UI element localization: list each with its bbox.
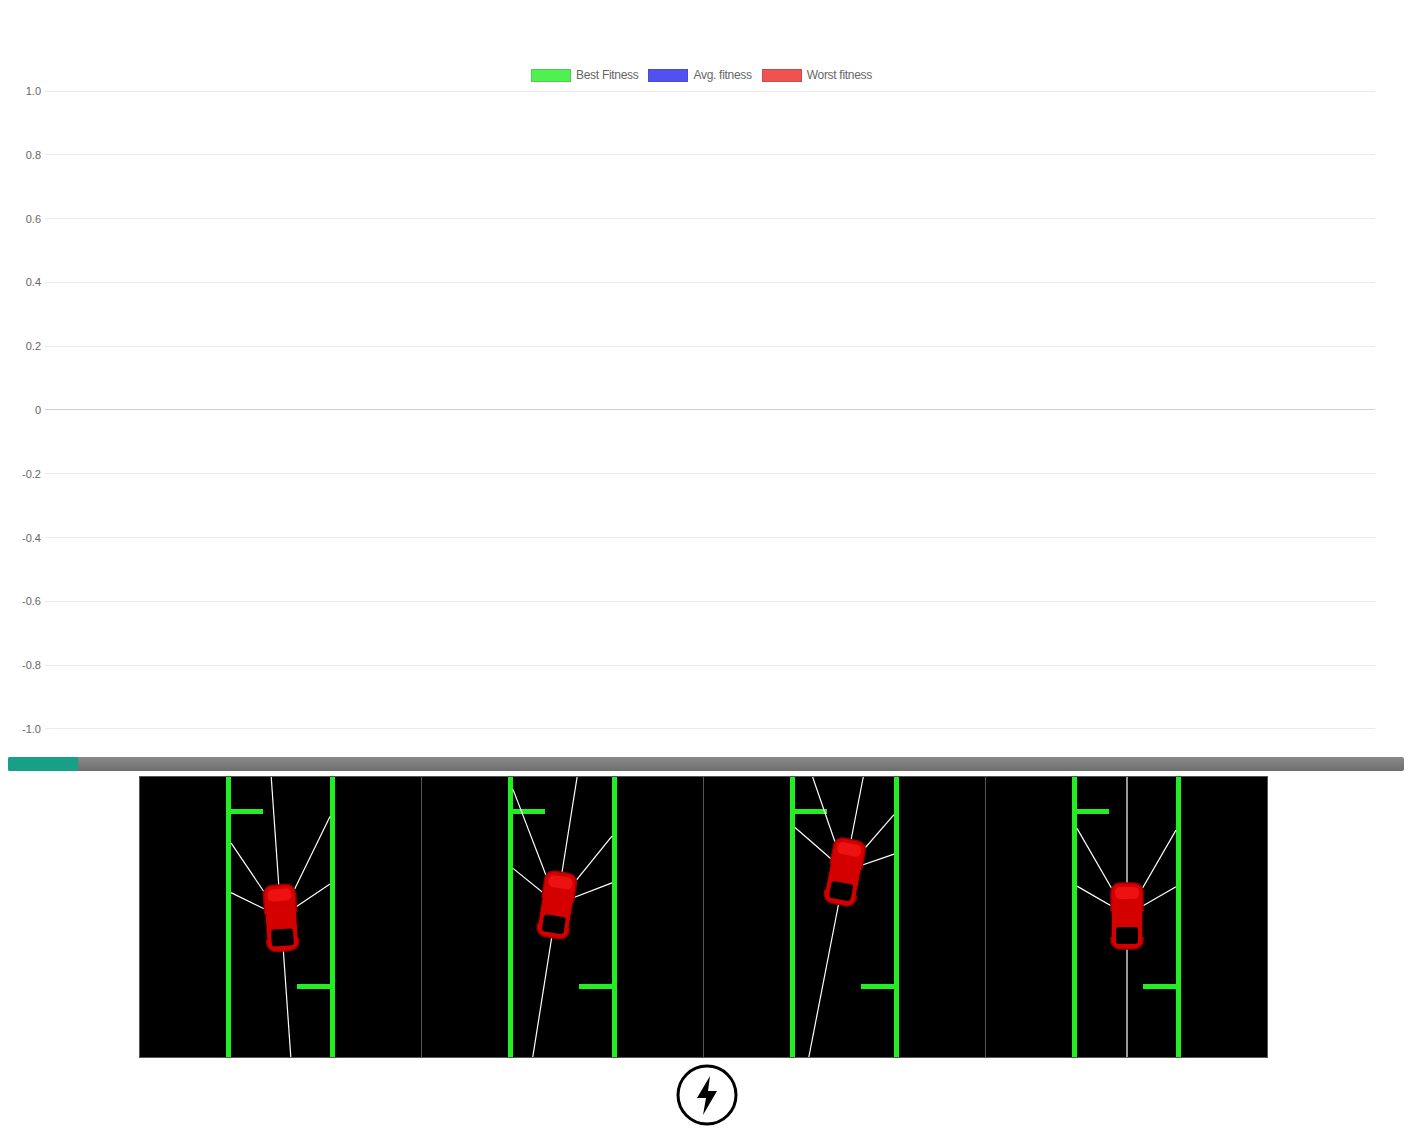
progress-fill bbox=[8, 757, 78, 771]
simulation-canvas bbox=[139, 776, 422, 1058]
grid-line bbox=[45, 665, 1375, 666]
left-wall bbox=[226, 777, 231, 1057]
right-wall bbox=[330, 777, 335, 1057]
series-layer bbox=[45, 91, 1375, 729]
grid-line bbox=[45, 154, 1375, 155]
y-tick-label: -0.4 bbox=[1, 532, 45, 544]
car-icon bbox=[1111, 883, 1143, 949]
grid-line bbox=[45, 728, 1375, 729]
y-tick-label: 0.8 bbox=[1, 149, 45, 161]
actions bbox=[0, 1064, 1413, 1136]
obstacle bbox=[1077, 809, 1109, 814]
simulation-canvas bbox=[986, 776, 1268, 1058]
lightning-icon bbox=[676, 1064, 738, 1126]
track-background bbox=[140, 777, 421, 1057]
right-wall bbox=[1176, 777, 1181, 1057]
grid-line bbox=[45, 346, 1375, 347]
grid-line bbox=[45, 91, 1375, 92]
legend-item[interactable]: Best Fitness bbox=[531, 67, 638, 83]
legend-item[interactable]: Worst fitness bbox=[762, 67, 872, 83]
y-tick-label: 0 bbox=[1, 404, 45, 416]
legend-label: Best Fitness bbox=[576, 68, 638, 82]
obstacle bbox=[861, 984, 894, 989]
progress-bar bbox=[8, 757, 1404, 771]
car-icon bbox=[263, 884, 300, 952]
left-wall bbox=[1072, 777, 1077, 1057]
grid-line bbox=[45, 218, 1375, 219]
car-icon bbox=[536, 870, 578, 940]
track-background bbox=[986, 777, 1267, 1057]
grid-line bbox=[45, 282, 1375, 283]
simulation-canvas bbox=[422, 776, 704, 1058]
grid-line bbox=[45, 409, 1375, 410]
obstacle bbox=[795, 809, 827, 814]
y-tick-label: 0.6 bbox=[1, 213, 45, 225]
legend-label: Avg. fitness bbox=[693, 68, 751, 82]
plot-area: 1.00.80.60.40.20-0.2-0.4-0.6-0.8-1.0 bbox=[45, 91, 1375, 729]
grid-line bbox=[45, 537, 1375, 538]
left-wall bbox=[790, 777, 795, 1057]
legend-swatch bbox=[531, 69, 571, 82]
y-tick-label: 0.2 bbox=[1, 340, 45, 352]
grid-line bbox=[45, 601, 1375, 602]
legend-item[interactable]: Avg. fitness bbox=[648, 67, 751, 83]
track-background bbox=[704, 777, 985, 1057]
legend-swatch bbox=[648, 69, 688, 82]
y-tick-label: -0.6 bbox=[1, 595, 45, 607]
y-tick-label: 0.4 bbox=[1, 276, 45, 288]
legend-label: Worst fitness bbox=[807, 68, 872, 82]
fitness-chart: Best Fitness Avg. fitness Worst fitness 1.0… bbox=[0, 0, 1413, 729]
simulation-row bbox=[0, 776, 1413, 1058]
y-tick-label: -1.0 bbox=[1, 723, 45, 735]
track-background bbox=[422, 777, 703, 1057]
simulation-canvas bbox=[704, 776, 986, 1058]
grid-line bbox=[45, 473, 1375, 474]
left-wall bbox=[508, 777, 513, 1057]
car-icon bbox=[823, 837, 867, 908]
obstacle bbox=[297, 984, 330, 989]
obstacle bbox=[579, 984, 612, 989]
y-tick-label: -0.8 bbox=[1, 659, 45, 671]
obstacle bbox=[513, 809, 545, 814]
right-wall bbox=[894, 777, 899, 1057]
legend-swatch bbox=[762, 69, 802, 82]
run-button[interactable] bbox=[676, 1064, 738, 1126]
obstacle bbox=[231, 809, 263, 814]
right-wall bbox=[612, 777, 617, 1057]
obstacle bbox=[1143, 984, 1176, 989]
y-tick-label: 1.0 bbox=[1, 85, 45, 97]
y-tick-label: -0.2 bbox=[1, 468, 45, 480]
chart-legend: Best Fitness Avg. fitness Worst fitness bbox=[0, 67, 1413, 83]
page: Best Fitness Avg. fitness Worst fitness 1.0… bbox=[0, 0, 1413, 1136]
